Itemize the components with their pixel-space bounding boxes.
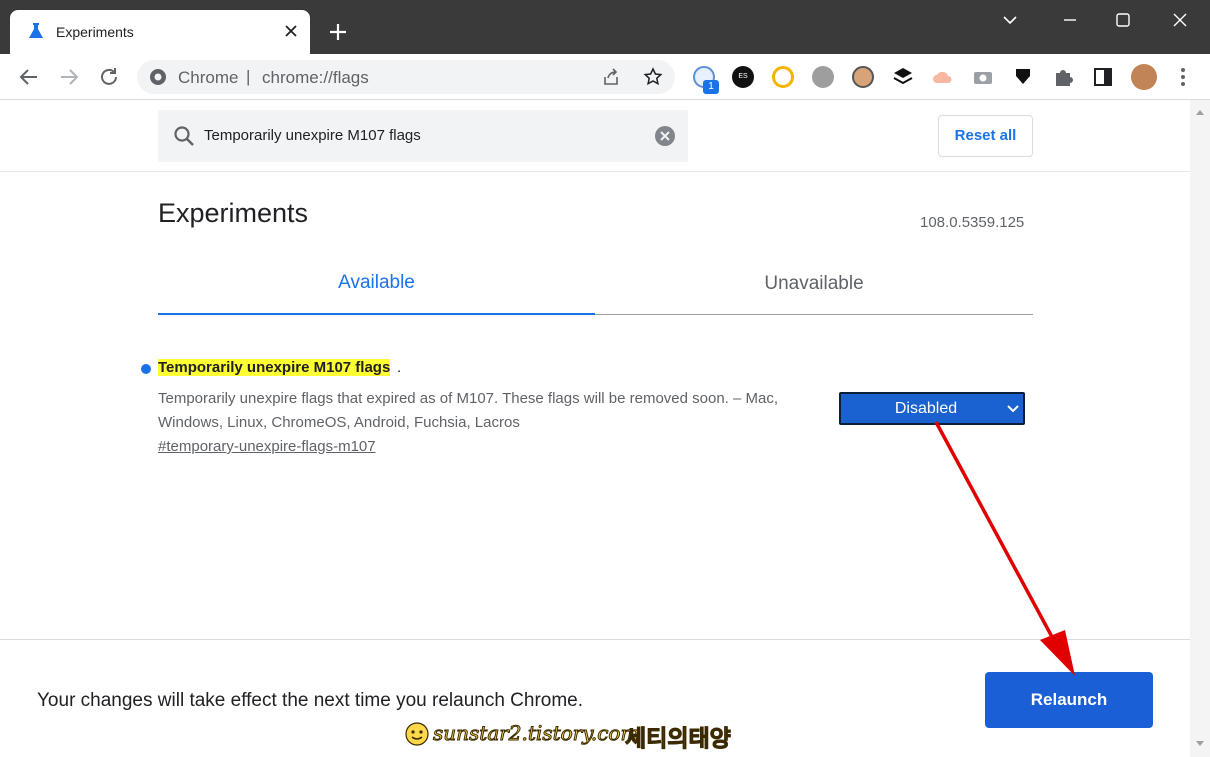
flag-state-value: Disabled — [894, 400, 958, 417]
omnibox-url[interactable]: chrome://flags — [262, 68, 369, 88]
flag-state-select[interactable]: Disabled — [839, 392, 1025, 425]
address-bar[interactable]: Chrome | chrome://flags — [137, 60, 675, 94]
tab-strip: Available Unavailable — [158, 260, 1033, 315]
profile-avatar[interactable] — [1131, 64, 1157, 90]
tab-experiments[interactable]: Experiments — [10, 10, 310, 54]
watermark-korean: 세티의태양 — [625, 725, 732, 752]
extension-glasses-icon[interactable] — [852, 66, 874, 88]
flag-modified-indicator — [141, 364, 151, 374]
reload-icon[interactable] — [96, 64, 122, 90]
tab-available[interactable]: Available — [158, 260, 595, 315]
side-panel-icon[interactable] — [1092, 66, 1114, 88]
close-tab-icon[interactable] — [282, 22, 300, 40]
scroll-up-icon[interactable] — [1195, 108, 1205, 116]
search-icon — [174, 126, 194, 146]
extension-download-icon[interactable] — [1012, 66, 1034, 88]
flag-name: Temporarily unexpire M107 flags — [158, 359, 391, 376]
menu-kebab-icon[interactable] — [1172, 66, 1194, 88]
extension-es-icon[interactable]: ES — [732, 66, 754, 88]
extension-layers-icon[interactable] — [892, 66, 914, 88]
extensions-puzzle-icon[interactable] — [1052, 66, 1074, 88]
maximize-icon[interactable] — [1103, 6, 1143, 34]
reset-all-button[interactable]: Reset all — [938, 115, 1033, 157]
back-icon[interactable] — [16, 64, 42, 90]
page-title: Experiments — [158, 198, 309, 228]
tab-unavailable[interactable]: Unavailable — [595, 260, 1033, 315]
title-bar: Experiments — [0, 0, 1210, 54]
extension-cloud-icon[interactable] — [932, 66, 954, 88]
version-label: 108.0.5359.125 — [920, 214, 1025, 231]
minimize-icon[interactable] — [1050, 6, 1090, 34]
scroll-down-icon[interactable] — [1195, 740, 1205, 748]
chevron-down-icon — [1007, 405, 1019, 413]
flag-name-period: . — [397, 359, 402, 376]
forward-icon[interactable] — [56, 64, 82, 90]
flags-page: Temporarily unexpire M107 flags Reset al… — [0, 100, 1190, 757]
scrollbar[interactable] — [1190, 100, 1210, 757]
new-tab-icon[interactable] — [326, 20, 350, 44]
extension-camera-icon[interactable] — [972, 66, 994, 88]
toolbar: Chrome | chrome://flags 1 ES — [0, 54, 1210, 100]
relaunch-button[interactable]: Relaunch — [985, 672, 1153, 728]
flag-permalink[interactable]: #temporary-unexpire-flags-m107 — [158, 438, 376, 455]
omnibox-separator: | — [246, 67, 251, 86]
bookmark-star-icon[interactable] — [643, 67, 663, 87]
extension-bulb-icon[interactable] — [772, 66, 794, 88]
extension-gray-icon[interactable] — [812, 66, 834, 88]
watermark-url: sunstar2.tistory.com — [432, 721, 640, 746]
search-input[interactable]: Temporarily unexpire M107 flags — [204, 127, 421, 144]
tab-title: Experiments — [56, 24, 134, 40]
chrome-icon — [150, 69, 166, 85]
close-window-icon[interactable] — [1160, 6, 1200, 34]
chevron-down-icon[interactable] — [990, 6, 1030, 34]
smiley-icon — [405, 722, 429, 746]
omnibox-site-label: Chrome — [178, 68, 239, 87]
clear-search-icon[interactable] — [654, 125, 676, 147]
flask-icon — [29, 23, 43, 38]
relaunch-message: Your changes will take effect the next t… — [37, 690, 584, 711]
extension-badge: 1 — [703, 80, 719, 94]
flag-search-box[interactable]: Temporarily unexpire M107 flags — [158, 110, 688, 162]
flag-description: Temporarily unexpire flags that expired … — [158, 390, 779, 431]
search-header: Temporarily unexpire M107 flags Reset al… — [0, 100, 1190, 172]
share-icon[interactable] — [602, 68, 620, 86]
